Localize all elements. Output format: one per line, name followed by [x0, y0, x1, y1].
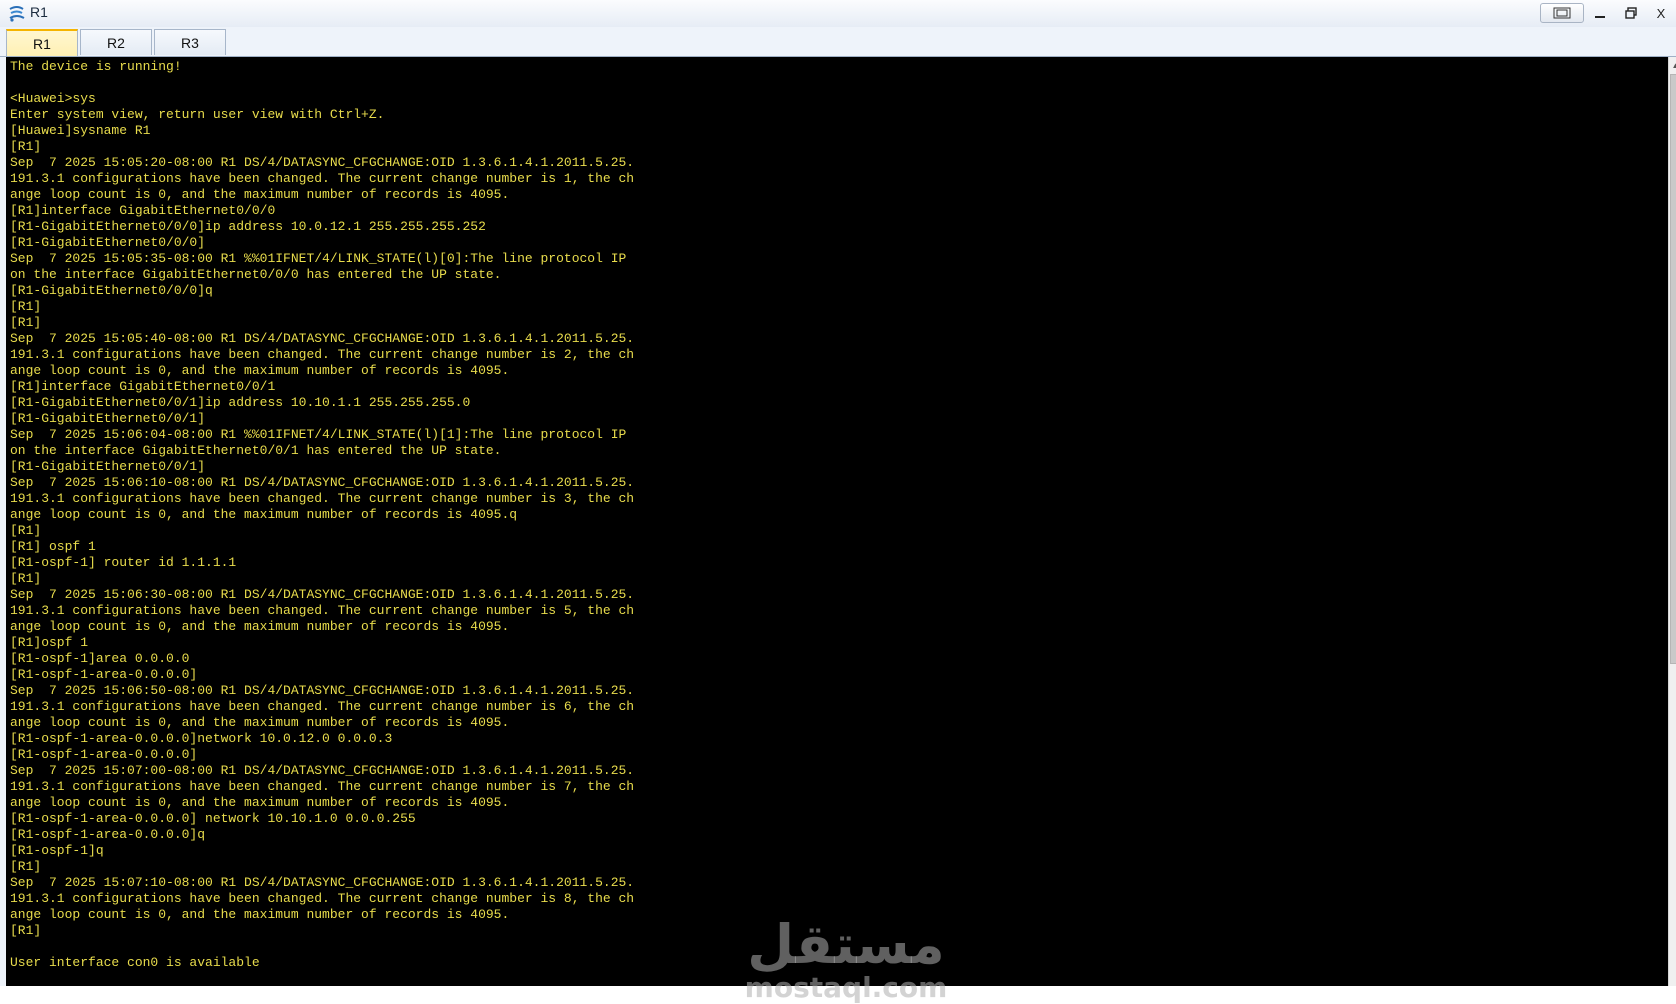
tab-r2[interactable]: R2: [80, 29, 152, 55]
console-line: Sep 7 2025 15:05:40-08:00 R1 DS/4/DATASY…: [10, 331, 635, 346]
console-line: 191.3.1 configurations have been changed…: [10, 603, 635, 618]
console-line: [R1-GigabitEthernet0/0/1]ip address 10.1…: [10, 395, 471, 410]
close-icon: X: [1656, 5, 1666, 21]
console-line: [R1]: [10, 139, 42, 154]
console-line: ange loop count is 0, and the maximum nu…: [10, 363, 510, 378]
console-line: [R1-GigabitEthernet0/0/0]ip address 10.0…: [10, 219, 486, 234]
console-line: ange loop count is 0, and the maximum nu…: [10, 715, 510, 730]
console-line: [R1] ospf 1: [10, 539, 96, 554]
console-line: 191.3.1 configurations have been changed…: [10, 347, 635, 362]
console-scrollbar[interactable]: ▲: [1668, 57, 1676, 986]
console-line: [R1-GigabitEthernet0/0/1]: [10, 459, 206, 474]
minimize-icon: [1595, 16, 1605, 18]
console-line: [R1-GigabitEthernet0/0/1]: [10, 411, 206, 426]
console-panel[interactable]: The device is running! <Huawei>sys Enter…: [6, 57, 1676, 1003]
console-line: [R1]ospf 1: [10, 635, 89, 650]
console-line: 191.3.1 configurations have been changed…: [10, 699, 635, 714]
console-line: 191.3.1 configurations have been changed…: [10, 779, 635, 794]
console-line: <Huawei>sys: [10, 91, 96, 106]
console-line: Sep 7 2025 15:07:00-08:00 R1 DS/4/DATASY…: [10, 763, 635, 778]
console-output[interactable]: The device is running! <Huawei>sys Enter…: [10, 59, 1660, 984]
console-line: Sep 7 2025 15:06:10-08:00 R1 DS/4/DATASY…: [10, 475, 635, 490]
scrollbar-thumb[interactable]: [1670, 74, 1676, 664]
tab-r1[interactable]: R1: [6, 29, 78, 56]
router-app-icon: [8, 5, 26, 22]
console-line: [R1-ospf-1-area-0.0.0.0] network 10.10.1…: [10, 811, 416, 826]
minimize-button[interactable]: [1585, 3, 1615, 23]
console-line: ange loop count is 0, and the maximum nu…: [10, 507, 518, 522]
scroll-up-arrow-icon[interactable]: ▲: [1669, 57, 1676, 73]
console-line: [R1]interface GigabitEthernet0/0/1: [10, 379, 276, 394]
console-line: 191.3.1 configurations have been changed…: [10, 491, 635, 506]
console-line: ange loop count is 0, and the maximum nu…: [10, 795, 510, 810]
console-line: [R1-GigabitEthernet0/0/0]q: [10, 283, 213, 298]
console-line: [R1-ospf-1-area-0.0.0.0]: [10, 747, 198, 762]
console-line: [R1-ospf-1]area 0.0.0.0: [10, 651, 190, 666]
console-line: 191.3.1 configurations have been changed…: [10, 171, 635, 186]
console-line: [R1]: [10, 299, 42, 314]
window-title: R1: [30, 4, 48, 20]
console-line: Sep 7 2025 15:06:50-08:00 R1 DS/4/DATASY…: [10, 683, 635, 698]
restore-frame-button[interactable]: [1540, 3, 1584, 23]
console-line: Sep 7 2025 15:07:10-08:00 R1 DS/4/DATASY…: [10, 875, 635, 890]
console-line: [R1-ospf-1]q: [10, 843, 104, 858]
console-line: Sep 7 2025 15:06:04-08:00 R1 %%01IFNET/4…: [10, 427, 627, 442]
console-line: [R1-ospf-1-area-0.0.0.0]q: [10, 827, 206, 842]
window-frame-icon: [1553, 7, 1571, 19]
restore-icon: [1625, 7, 1637, 19]
console-line: ange loop count is 0, and the maximum nu…: [10, 187, 510, 202]
console-line: on the interface GigabitEthernet0/0/1 ha…: [10, 443, 502, 458]
console-line: on the interface GigabitEthernet0/0/0 ha…: [10, 267, 502, 282]
console-line: Sep 7 2025 15:05:20-08:00 R1 DS/4/DATASY…: [10, 155, 635, 170]
console-line: User interface con0 is available: [10, 955, 260, 970]
device-tab-strip: R1 R2 R3: [0, 27, 1676, 57]
console-line: [R1]: [10, 523, 42, 538]
console-line: [R1-ospf-1] router id 1.1.1.1: [10, 555, 237, 570]
console-line: 191.3.1 configurations have been changed…: [10, 891, 635, 906]
close-button[interactable]: X: [1648, 3, 1674, 23]
console-line: [R1]: [10, 571, 42, 586]
console-line: The device is running!: [10, 59, 182, 74]
console-line: Sep 7 2025 15:05:35-08:00 R1 %%01IFNET/4…: [10, 251, 627, 266]
console-line: [R1-ospf-1-area-0.0.0.0]: [10, 667, 198, 682]
console-line: Sep 7 2025 15:06:30-08:00 R1 DS/4/DATASY…: [10, 587, 635, 602]
console-line: ange loop count is 0, and the maximum nu…: [10, 907, 510, 922]
console-line: [R1]: [10, 923, 42, 938]
console-line: [R1]: [10, 859, 42, 874]
console-line: [Huawei]sysname R1: [10, 123, 151, 138]
console-line: ange loop count is 0, and the maximum nu…: [10, 619, 510, 634]
console-line: [R1-ospf-1-area-0.0.0.0]network 10.0.12.…: [10, 731, 393, 746]
console-line: [R1-GigabitEthernet0/0/0]: [10, 235, 206, 250]
console-line: [R1]: [10, 315, 42, 330]
maximize-button[interactable]: [1616, 3, 1646, 23]
title-bar[interactable]: R1 X: [0, 0, 1676, 28]
ensp-console-window: R1 X R1 R2 R3 The device is running! <Hu…: [0, 0, 1676, 1003]
console-line: [R1]interface GigabitEthernet0/0/0: [10, 203, 276, 218]
console-line: Enter system view, return user view with…: [10, 107, 385, 122]
tab-r3[interactable]: R3: [154, 29, 226, 55]
